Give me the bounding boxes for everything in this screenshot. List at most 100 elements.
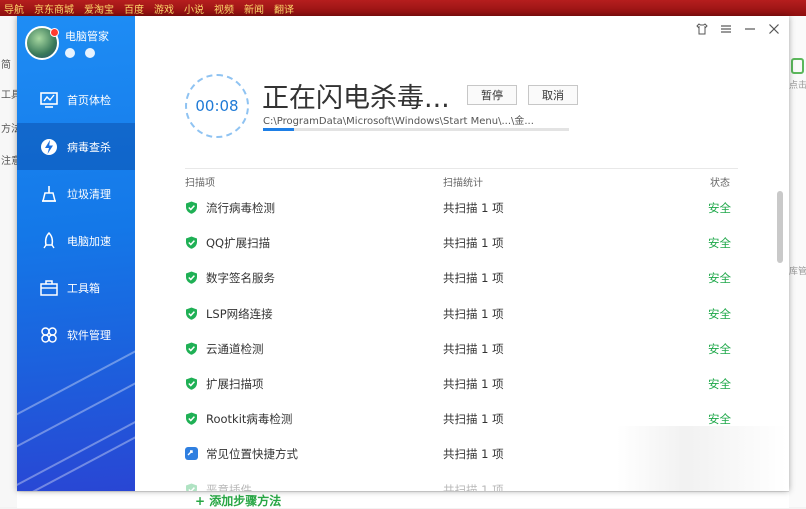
header-status: 状态 [710,178,730,189]
scan-item-count: 共扫描 1 项 [443,271,504,286]
sidebar-item-label: 首页体检 [67,93,111,107]
sidebar-item-software-manager[interactable]: 软件管理 [17,311,135,358]
close-icon[interactable] [767,22,781,36]
background-page-left: 简工具 方法 注意 [0,16,18,507]
shield-check-icon [186,307,197,320]
background-page-text: 注意 [1,156,17,167]
vip-badge-icon[interactable] [85,48,95,58]
pc-manager-window: 电脑管家 首页体检 病毒查杀 垃圾清理 电脑加速 工具箱 软件管理 00:08 … [17,16,789,491]
scan-item-name: 扩展扫描项 [206,376,264,391]
sidebar-item-speedup[interactable]: 电脑加速 [17,217,135,264]
scan-item-name: 恶意插件 [206,482,252,492]
shield-check-icon [186,377,197,390]
sidebar-item-toolbox[interactable]: 工具箱 [17,264,135,311]
window-controls [695,22,781,36]
add-step-link[interactable]: + 添加步骤方法 [195,492,281,509]
scan-item-name: 流行病毒检测 [206,201,275,215]
pause-button[interactable]: 暂停 [467,85,517,105]
scan-item-count: 共扫描 1 项 [443,236,504,251]
bookmark-item[interactable]: 导航 [4,1,24,16]
scan-item-name: Rootkit病毒检测 [206,412,293,427]
current-scan-path: C:\ProgramData\Microsoft\Windows\Start M… [263,116,534,127]
scan-row: 云通道检测 共扫描 1 项 安全 [185,330,738,365]
scan-item-name: 常见位置快捷方式 [206,447,298,462]
sidebar-nav: 首页体检 病毒查杀 垃圾清理 电脑加速 工具箱 软件管理 [17,76,135,358]
scan-item-status: 安全 [708,341,731,356]
scan-item-count: 共扫描 1 项 [443,376,504,391]
bookmark-item[interactable]: 翻译 [274,1,294,16]
bookmark-item[interactable]: 视频 [214,1,234,16]
scan-item-count: 共扫描 1 项 [443,447,504,462]
toolbox-icon [39,278,59,298]
scan-item-count: 共扫描 1 项 [443,306,504,321]
scan-item-status: 安全 [708,201,731,215]
scan-row: 扩展扫描项 共扫描 1 项 安全 [185,365,738,400]
shield-check-icon [186,342,197,355]
account-badge-icon[interactable] [65,48,75,58]
background-app-icon [791,58,804,74]
shield-check-icon [186,201,197,214]
sidebar-item-label: 病毒查杀 [67,140,111,154]
sidebar-item-junk-cleanup[interactable]: 垃圾清理 [17,170,135,217]
bookmark-item[interactable]: 京东商城 [34,1,74,16]
sidebar-item-label: 软件管理 [67,328,111,342]
scan-row: 流行病毒检测 共扫描 1 项 安全 [185,189,738,224]
shortcut-icon [185,447,198,461]
sidebar-item-home-checkup[interactable]: 首页体检 [17,76,135,123]
scan-row: 数字签名服务 共扫描 1 项 安全 [185,259,738,294]
scan-item-name: LSP网络连接 [206,306,273,321]
browser-bookmarks-bar: 导航 京东商城 爱淘宝 百度 游戏 小说 视频 新闻 翻译 [0,0,806,16]
avatar[interactable] [25,26,59,60]
menu-icon[interactable] [719,22,733,36]
scrollbar-thumb[interactable] [777,191,783,263]
background-page-text: 工具 [1,90,17,101]
sidebar-item-label: 电脑加速 [67,234,111,248]
background-page-text: 方法 [1,124,17,135]
background-page-right: 点击 库管 [789,16,806,507]
app-name: 电脑管家 [65,30,109,43]
sidebar-item-label: 垃圾清理 [67,187,111,201]
scan-item-status: 安全 [708,236,731,251]
shield-check-icon [186,483,197,491]
bookmark-item[interactable]: 小说 [184,1,204,16]
apps-icon [39,325,59,345]
scan-item-name: QQ扩展扫描 [206,236,271,251]
bookmark-item[interactable]: 游戏 [154,1,174,16]
notification-dot [50,28,59,37]
scan-item-status: 安全 [708,412,731,427]
scan-item-name: 数字签名服务 [206,271,275,286]
background-label: 库管 [789,267,806,277]
user-profile[interactable]: 电脑管家 [25,26,109,60]
minimize-icon[interactable] [743,22,757,36]
rocket-icon [39,231,59,251]
background-label: 点击 [789,81,806,91]
sidebar: 电脑管家 首页体检 病毒查杀 垃圾清理 电脑加速 工具箱 软件管理 [17,16,135,491]
broom-icon [39,184,59,204]
cancel-button[interactable]: 取消 [528,85,578,105]
scan-row: QQ扩展扫描 共扫描 1 项 安全 [185,224,738,259]
scan-item-status: 安全 [708,376,731,391]
scan-table-header: 扫描项 扫描统计 状态 [185,168,738,189]
bookmark-item[interactable]: 爱淘宝 [84,1,114,16]
scan-item-status: 安全 [708,306,731,321]
blurred-region [617,426,787,491]
skin-shirt-icon[interactable] [695,22,709,36]
scan-row: LSP网络连接 共扫描 1 项 安全 [185,295,738,330]
scan-item-count: 共扫描 1 项 [443,412,504,427]
shield-check-icon [186,271,197,285]
scan-progress-bar [263,128,569,131]
scan-item-count: 共扫描 1 项 [443,482,504,492]
sidebar-item-virus-scan[interactable]: 病毒查杀 [17,123,135,170]
scan-item-count: 共扫描 1 项 [443,341,504,356]
sidebar-item-label: 工具箱 [67,281,100,295]
bookmark-item[interactable]: 百度 [124,1,144,16]
shield-check-icon [186,236,197,249]
scan-item-name: 云通道检测 [206,341,264,356]
header-scan-item: 扫描项 [185,178,215,189]
bookmark-item[interactable]: 新闻 [244,1,264,16]
scan-item-count: 共扫描 1 项 [443,201,504,215]
scan-timer: 00:08 [185,74,249,138]
scan-item-status: 安全 [708,271,731,286]
shield-check-icon [186,412,197,425]
monitor-icon [39,90,59,110]
